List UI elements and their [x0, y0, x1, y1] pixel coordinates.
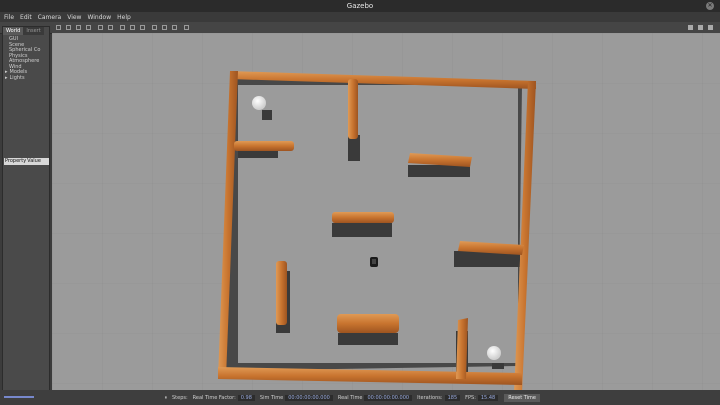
tab-insert[interactable]: Insert [23, 27, 44, 35]
undo-icon[interactable] [98, 25, 103, 30]
sphere-bottom-right[interactable] [487, 346, 501, 360]
point-light-icon[interactable] [152, 25, 157, 30]
iterations-label: Iterations: [417, 394, 443, 401]
fps: FPS: 15.48 [465, 394, 499, 401]
status-bar: ⏸ Steps: Real Time Factor: 0.98 Sim Time 0… [0, 390, 720, 405]
rotate-icon[interactable] [76, 25, 81, 30]
left-panel: World Insert GUI Scene Spherical Co Phys… [2, 26, 50, 400]
translate-icon[interactable] [66, 25, 71, 30]
iterations: Iterations: 185 [417, 394, 461, 401]
menu-help[interactable]: Help [117, 14, 131, 21]
iterations-value: 185 [444, 394, 461, 401]
redo-icon[interactable] [108, 25, 113, 30]
record-icon[interactable] [698, 25, 703, 30]
directional-light-icon[interactable] [172, 25, 177, 30]
screenshot-icon[interactable] [688, 25, 693, 30]
real-time-factor: Real Time Factor: 0.98 [192, 394, 255, 401]
panel-tabs: World Insert [3, 27, 49, 35]
copy-icon[interactable] [184, 25, 189, 30]
select-icon[interactable] [56, 25, 61, 30]
world-tree: GUI Scene Spherical Co Physics Atmospher… [5, 36, 40, 82]
scale-icon[interactable] [86, 25, 91, 30]
value-column-header: Value [27, 158, 41, 164]
title-bar: Gazebo ✕ [0, 0, 720, 12]
tab-world[interactable]: World [3, 27, 24, 35]
menu-file[interactable]: File [4, 14, 14, 21]
box-icon[interactable] [120, 25, 125, 30]
real-time-factor-label: Real Time Factor: [192, 394, 236, 401]
fps-label: FPS: [465, 394, 476, 401]
window-title: Gazebo [346, 2, 374, 10]
status-link[interactable] [4, 396, 34, 398]
tree-item-lights[interactable]: ▸ Lights [5, 75, 40, 82]
steps-label: Steps: [172, 395, 188, 401]
view-angle-icon[interactable] [708, 25, 713, 30]
spot-light-icon[interactable] [162, 25, 167, 30]
sim-time-label: Sim Time [259, 394, 284, 401]
play-pause-icon[interactable]: ⏸ [164, 395, 167, 401]
sim-time-value: 00:00:00:00.000 [285, 394, 333, 401]
real-time-label: Real Time [337, 394, 363, 401]
3d-viewport[interactable] [52, 33, 720, 390]
sim-time: Sim Time 00:00:00:00.000 [259, 394, 333, 401]
menu-camera[interactable]: Camera [38, 14, 62, 21]
real-time-value: 00:00:00:00.000 [364, 394, 413, 401]
steps-label-text: Steps: [171, 394, 188, 401]
expand-arrow-icon[interactable]: ▸ [5, 75, 8, 81]
sphere-top-left[interactable] [252, 96, 266, 110]
scene-render[interactable] [52, 33, 720, 390]
real-time-factor-value: 0.98 [237, 394, 255, 401]
property-column-header: Property [5, 158, 27, 164]
menu-window[interactable]: Window [87, 14, 111, 21]
fps-value: 15.48 [477, 394, 499, 401]
menu-bar: File Edit Camera View Window Help [0, 12, 720, 22]
robot-top [372, 259, 376, 264]
close-icon[interactable]: ✕ [706, 2, 714, 10]
menu-edit[interactable]: Edit [20, 14, 32, 21]
reset-time-button[interactable]: Reset Time [504, 393, 540, 402]
menu-view[interactable]: View [67, 14, 81, 21]
real-time: Real Time 00:00:00:00.000 [337, 394, 413, 401]
sphere-icon[interactable] [130, 25, 135, 30]
cylinder-icon[interactable] [140, 25, 145, 30]
property-table-header: Property Value [4, 158, 49, 165]
